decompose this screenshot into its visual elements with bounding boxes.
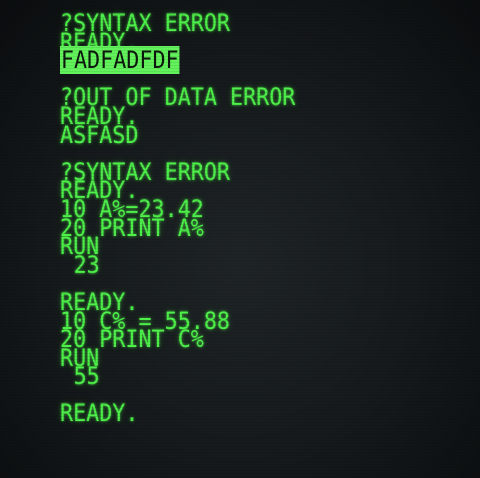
program-output: 23 <box>73 250 100 279</box>
basic-terminal-output[interactable]: ?SYNTAX ERROR READY. FADFADFDF ?OUT OF D… <box>60 11 422 428</box>
ready-prompt: READY. <box>60 399 139 428</box>
inverse-text: FADFADFDF <box>60 46 180 75</box>
input-line: ASFASD <box>60 120 139 149</box>
crt-screen: ?SYNTAX ERROR READY. FADFADFDF ?OUT OF D… <box>0 0 480 478</box>
program-line: 20 PRINT C% <box>60 325 204 354</box>
program-line: 20 PRINT A% <box>60 213 204 242</box>
program-output: 55 <box>73 362 100 391</box>
input-line-highlighted[interactable]: FADFADFDF <box>60 46 422 75</box>
